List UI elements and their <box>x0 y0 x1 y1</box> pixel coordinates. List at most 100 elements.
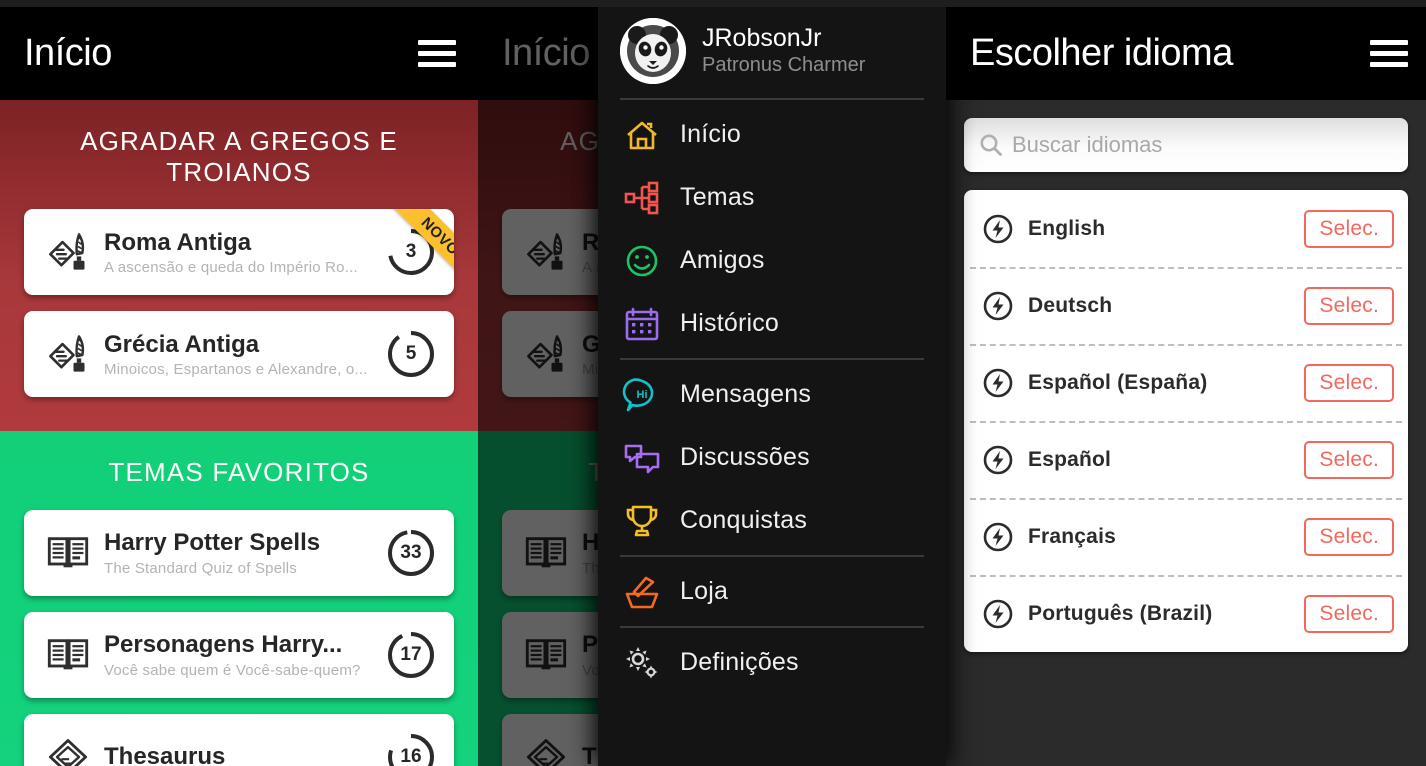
card-text: Harry Potter Spells The Standard Quiz of … <box>96 529 386 577</box>
card-title: Thesaurus <box>104 743 226 766</box>
topic-card[interactable]: Thesaurus 16 <box>24 714 454 766</box>
menu-item-label: Definições <box>680 648 799 676</box>
select-language-button[interactable]: Selec. <box>1304 363 1394 402</box>
profile-username: JRobsonJr <box>702 23 822 52</box>
hamburger-icon-language[interactable] <box>1370 40 1408 67</box>
hamburger-icon[interactable] <box>418 40 456 67</box>
card-title: Harry Potter Spells <box>104 529 321 557</box>
quill-inkwell-icon <box>40 230 96 274</box>
menu-item-label: Loja <box>680 577 729 605</box>
home-sections: Agradar a Gregos e Troianos Roma Antiga A … <box>0 100 478 766</box>
card-title: Personagens Harry... <box>104 631 343 659</box>
svg-text:Hi: Hi <box>637 389 648 401</box>
open-book-icon <box>40 531 96 575</box>
menu-item-label: Início <box>680 120 741 148</box>
card-subtitle: Você sabe quem é Você-sabe-quem? <box>104 661 361 679</box>
progress-ring: 16 <box>386 732 436 766</box>
screenshot-stage: Início Agradar a Gregos e Troianos Roma A… <box>0 0 1426 766</box>
menu-item-loja[interactable]: Loja <box>598 560 946 623</box>
menu-item-conquistas[interactable]: Conquistas <box>598 489 946 552</box>
card-count: 17 <box>400 644 422 666</box>
panda-avatar-icon <box>620 18 686 84</box>
language-row[interactable]: Deutsch Selec. <box>964 267 1408 344</box>
menu-item-histrico[interactable]: Histórico <box>598 292 946 355</box>
bolt-circle-icon <box>982 598 1014 630</box>
page-title: Início <box>24 32 112 74</box>
quill-inkwell-icon <box>518 230 574 274</box>
sitemap-icon <box>620 178 664 218</box>
menu-divider <box>620 626 924 628</box>
language-header: Escolher idioma <box>946 7 1426 100</box>
menu-item-mensagens[interactable]: Hi Mensagens <box>598 363 946 426</box>
home-section-agradar: Agradar a Gregos e Troianos Roma Antiga A … <box>0 100 478 432</box>
language-name: Español <box>1028 447 1112 471</box>
card-text: Personagens Harry... Você sabe quem é Voc… <box>96 631 386 679</box>
menu-item-label: Histórico <box>680 309 780 337</box>
bolt-circle-icon <box>982 444 1014 476</box>
search-input[interactable] <box>1012 132 1394 158</box>
card-subtitle: The Standard Quiz of Spells <box>104 559 298 577</box>
bolt-circle-icon <box>982 213 1014 245</box>
menu-item-label: Mensagens <box>680 380 812 408</box>
select-language-button[interactable]: Selec. <box>1304 286 1394 325</box>
bolt-circle-icon <box>982 521 1014 553</box>
gears-icon <box>620 643 664 683</box>
menu-divider <box>620 358 924 360</box>
home-section-favoritos: Temas Favoritos Harry Potter Spells The St… <box>0 431 478 766</box>
language-name: Deutsch <box>1028 293 1113 317</box>
language-row[interactable]: English Selec. <box>964 190 1408 267</box>
diamond-book-icon <box>40 735 96 766</box>
language-row[interactable]: Français Selec. <box>964 498 1408 575</box>
bolt-circle-icon <box>982 367 1014 399</box>
language-name: Português (Brazil) <box>1028 601 1213 625</box>
page-title-dimmed: Início <box>502 32 590 74</box>
topic-card[interactable]: Personagens Harry... Você sabe quem é Voc… <box>24 612 454 699</box>
menu-item-definies[interactable]: Definições <box>598 631 946 694</box>
smiley-icon <box>620 241 664 281</box>
card-text: Grécia Antiga Minoicos, Espartanos e Alex… <box>96 331 386 379</box>
quill-inkwell-icon <box>518 332 574 376</box>
menu-item-label: Conquistas <box>680 506 808 534</box>
section-title: Agradar a Gregos e Troianos <box>80 126 398 187</box>
navigation-drawer: JRobsonJr Patronus Charmer Início Temas Am… <box>598 7 946 766</box>
language-row[interactable]: Português (Brazil) Selec. <box>964 575 1408 652</box>
menu-item-label: Discussões <box>680 443 810 471</box>
profile-text: JRobsonJr Patronus Charmer <box>702 23 866 78</box>
profile-header[interactable]: JRobsonJr Patronus Charmer <box>598 7 946 95</box>
quill-inkwell-icon <box>40 332 96 376</box>
menu-groups: Início Temas Amigos Histórico Hi Mensagens Dis… <box>598 95 946 694</box>
top-status-strip-right <box>1060 0 1426 7</box>
mortar-pestle-icon <box>620 572 664 612</box>
home-header: Início <box>0 7 478 100</box>
menu-item-discusses[interactable]: Discussões <box>598 426 946 489</box>
language-body: EnglishSelec.DeutschSelec.Español (Españ… <box>946 100 1426 652</box>
home-icon <box>620 115 664 155</box>
diamond-book-icon <box>518 735 574 766</box>
progress-ring: 17 <box>386 630 436 680</box>
language-name: Français <box>1028 524 1116 548</box>
select-language-button[interactable]: Selec. <box>1304 440 1394 479</box>
menu-item-incio[interactable]: Início <box>598 103 946 166</box>
card-subtitle: A ascensão e queda do Império Ro... <box>104 259 358 277</box>
select-language-button[interactable]: Selec. <box>1304 209 1394 248</box>
language-row[interactable]: Español Selec. <box>964 421 1408 498</box>
topic-card[interactable]: Grécia Antiga Minoicos, Espartanos e Alex… <box>24 311 454 398</box>
card-count: 16 <box>400 746 422 766</box>
menu-item-amigos[interactable]: Amigos <box>598 229 946 292</box>
menu-item-label: Temas <box>680 183 755 211</box>
progress-ring: 5 <box>386 329 436 379</box>
discussion-icon <box>620 438 664 478</box>
topic-card[interactable]: Harry Potter Spells The Standard Quiz of … <box>24 510 454 597</box>
open-book-icon <box>40 633 96 677</box>
bolt-circle-icon <box>982 290 1014 322</box>
profile-rank: Patronus Charmer <box>702 54 866 77</box>
select-language-button[interactable]: Selec. <box>1304 517 1394 556</box>
card-text: Roma Antiga A ascensão e queda do Império… <box>96 229 386 277</box>
open-book-icon <box>518 633 574 677</box>
language-search-box[interactable] <box>964 118 1408 172</box>
home-screen-panel: Início Agradar a Gregos e Troianos Roma A… <box>0 7 478 766</box>
language-row[interactable]: Español (España) Selec. <box>964 344 1408 421</box>
select-language-button[interactable]: Selec. <box>1304 594 1394 633</box>
topic-card[interactable]: Roma Antiga A ascensão e queda do Império… <box>24 209 454 296</box>
menu-item-temas[interactable]: Temas <box>598 166 946 229</box>
